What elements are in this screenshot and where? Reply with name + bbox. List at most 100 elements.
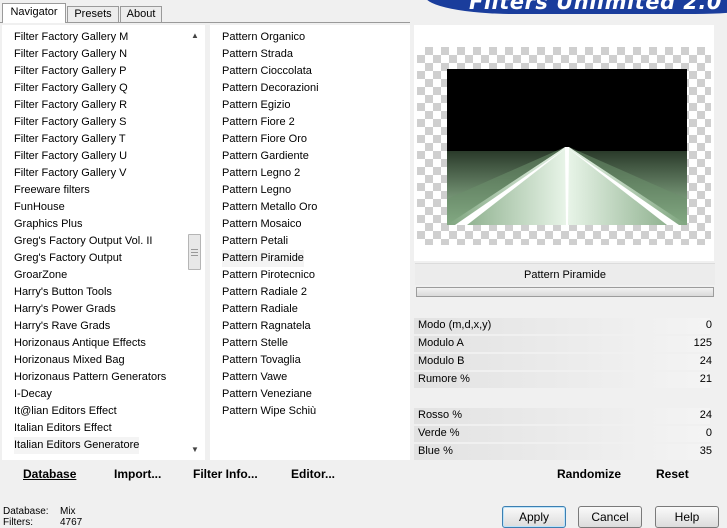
- filter-item[interactable]: Pattern Wipe Schiù: [222, 403, 316, 420]
- filter-list[interactable]: Pattern Organico Pattern Strada Pattern Ci…: [210, 25, 410, 460]
- slider-value: 21: [699, 373, 712, 385]
- slider-label: Modulo A: [418, 337, 464, 349]
- filters-count: 4767: [60, 517, 83, 528]
- slider-value: 24: [699, 409, 712, 421]
- apply-button[interactable]: Apply: [502, 506, 566, 528]
- category-item[interactable]: GroarZone: [14, 267, 67, 284]
- parameter-sliders: Modo (m,d,x,y) 0 Modulo A 125 Modulo B 24 Rumo…: [414, 315, 716, 461]
- help-button[interactable]: Help: [655, 506, 719, 528]
- database-button[interactable]: Database: [23, 467, 76, 481]
- filter-item[interactable]: Pattern Legno: [222, 182, 291, 199]
- category-item[interactable]: Graphics Plus: [14, 216, 82, 233]
- category-item[interactable]: FunHouse: [14, 199, 65, 216]
- category-item[interactable]: Filter Factory Gallery P: [14, 63, 126, 80]
- parameter-slider[interactable]: Rumore % 21: [414, 371, 716, 389]
- slider-value: 24: [699, 355, 712, 367]
- category-item[interactable]: I-Decay: [14, 386, 52, 403]
- category-item[interactable]: Horizonaus Mixed Bag: [14, 352, 125, 369]
- slider-value: 0: [705, 319, 712, 331]
- filter-info-button[interactable]: Filter Info...: [193, 467, 258, 481]
- parameter-slider[interactable]: Modo (m,d,x,y) 0: [414, 317, 716, 335]
- category-item[interactable]: Filter Factory Gallery S: [14, 114, 126, 131]
- scroll-down-icon[interactable]: ▼: [187, 443, 203, 457]
- banner-title: Filters Unlimited 2.0: [469, 0, 722, 14]
- category-item[interactable]: Harry's Button Tools: [14, 284, 112, 301]
- filter-item[interactable]: Pattern Cioccolata: [222, 63, 312, 80]
- category-item[interactable]: Filter Factory Gallery V: [14, 165, 126, 182]
- category-item[interactable]: Filter Factory Gallery T: [14, 131, 126, 148]
- parameter-slider[interactable]: Modulo B 24: [414, 353, 716, 371]
- filters-label: Filters:: [3, 517, 33, 528]
- category-item[interactable]: Horizonaus Pattern Generators: [14, 369, 166, 386]
- category-item[interactable]: Greg's Factory Output: [14, 250, 122, 267]
- filter-item[interactable]: Pattern Tovaglia: [222, 352, 301, 369]
- selected-filter-name: Pattern Piramide: [415, 263, 715, 285]
- database-label: Database:: [3, 506, 49, 517]
- filter-item[interactable]: Pattern Fiore 2: [222, 114, 295, 131]
- category-item[interactable]: Italian Editors Generatore: [14, 437, 140, 454]
- tab-navigator[interactable]: Navigator: [2, 3, 66, 23]
- parameter-slider[interactable]: Modulo A 125: [414, 335, 716, 353]
- category-list[interactable]: Filter Factory Gallery M Filter Factory G…: [2, 25, 205, 460]
- filter-item[interactable]: Pattern Ragnatela: [222, 318, 311, 335]
- filter-item[interactable]: Pattern Vawe: [222, 369, 287, 386]
- slider-label: Modulo B: [418, 355, 465, 367]
- scroll-up-icon[interactable]: ▲: [187, 29, 203, 43]
- scroll-thumb[interactable]: [188, 234, 201, 270]
- slider-label: Rosso %: [418, 409, 463, 421]
- progress-bar: [416, 287, 714, 297]
- parameter-slider[interactable]: Rosso % 24: [414, 407, 716, 425]
- category-item[interactable]: Harry's Power Grads: [14, 301, 116, 318]
- category-item[interactable]: Filter Factory Gallery U: [14, 148, 127, 165]
- category-item[interactable]: Freeware filters: [14, 182, 90, 199]
- slider-label: Modo (m,d,x,y): [418, 319, 492, 331]
- filter-item[interactable]: Pattern Metallo Oro: [222, 199, 317, 216]
- import-button[interactable]: Import...: [114, 467, 161, 481]
- filter-item[interactable]: Pattern Veneziane: [222, 386, 312, 403]
- cancel-button[interactable]: Cancel: [578, 506, 642, 528]
- filter-item[interactable]: Pattern Egizio: [222, 97, 290, 114]
- slider-value: 0: [705, 427, 712, 439]
- reset-button[interactable]: Reset: [656, 467, 689, 481]
- category-scrollbar[interactable]: ▲ ▼: [187, 25, 203, 460]
- filter-item[interactable]: Pattern Piramide: [222, 250, 304, 267]
- filter-item[interactable]: Pattern Petali: [222, 233, 288, 250]
- filter-item[interactable]: Pattern Legno 2: [222, 165, 300, 182]
- preview-image: [447, 69, 687, 225]
- filter-item[interactable]: Pattern Organico: [222, 29, 305, 46]
- category-item[interactable]: Filter Factory Gallery N: [14, 46, 127, 63]
- tab-about[interactable]: About: [120, 6, 162, 22]
- filter-item[interactable]: Pattern Radiale: [222, 301, 298, 318]
- slider-label: Verde %: [418, 427, 460, 439]
- randomize-button[interactable]: Randomize: [557, 467, 621, 481]
- category-item[interactable]: Filter Factory Gallery R: [14, 97, 127, 114]
- filter-item[interactable]: Pattern Pirotecnico: [222, 267, 315, 284]
- parameter-slider[interactable]: Verde % 0: [414, 425, 716, 443]
- slider-label: Rumore %: [418, 373, 470, 385]
- parameter-slider[interactable]: Blue % 35: [414, 443, 716, 461]
- filter-item[interactable]: Pattern Fiore Oro: [222, 131, 307, 148]
- preview-panel: [414, 25, 714, 261]
- category-item[interactable]: Italian Editors Effect: [14, 420, 112, 437]
- slider-value: 125: [693, 337, 712, 349]
- editor-button[interactable]: Editor...: [291, 467, 335, 481]
- category-item[interactable]: Greg's Factory Output Vol. II: [14, 233, 152, 250]
- category-item[interactable]: Filter Factory Gallery Q: [14, 80, 128, 97]
- slider-track[interactable]: [414, 444, 710, 460]
- filter-item[interactable]: Pattern Strada: [222, 46, 293, 63]
- tab-presets[interactable]: Presets: [67, 6, 119, 22]
- filter-item[interactable]: Pattern Gardiente: [222, 148, 309, 165]
- category-item[interactable]: Filter Factory Gallery M: [14, 29, 128, 46]
- category-item[interactable]: Horizonaus Antique Effects: [14, 335, 146, 352]
- category-item[interactable]: It@lian Editors Effect: [14, 403, 117, 420]
- slider-value: 35: [699, 445, 712, 457]
- category-item[interactable]: Harry's Rave Grads: [14, 318, 110, 335]
- filter-item[interactable]: Pattern Stelle: [222, 335, 288, 352]
- filter-item[interactable]: Pattern Mosaico: [222, 216, 301, 233]
- filter-item[interactable]: Pattern Decorazioni: [222, 80, 319, 97]
- slider-label: Blue %: [418, 445, 453, 457]
- filter-item[interactable]: Pattern Radiale 2: [222, 284, 307, 301]
- database-value: Mix: [60, 506, 76, 517]
- tab-bar: Navigator Presets About: [0, 0, 420, 23]
- app-banner: Filters Unlimited 2.0: [425, 0, 727, 16]
